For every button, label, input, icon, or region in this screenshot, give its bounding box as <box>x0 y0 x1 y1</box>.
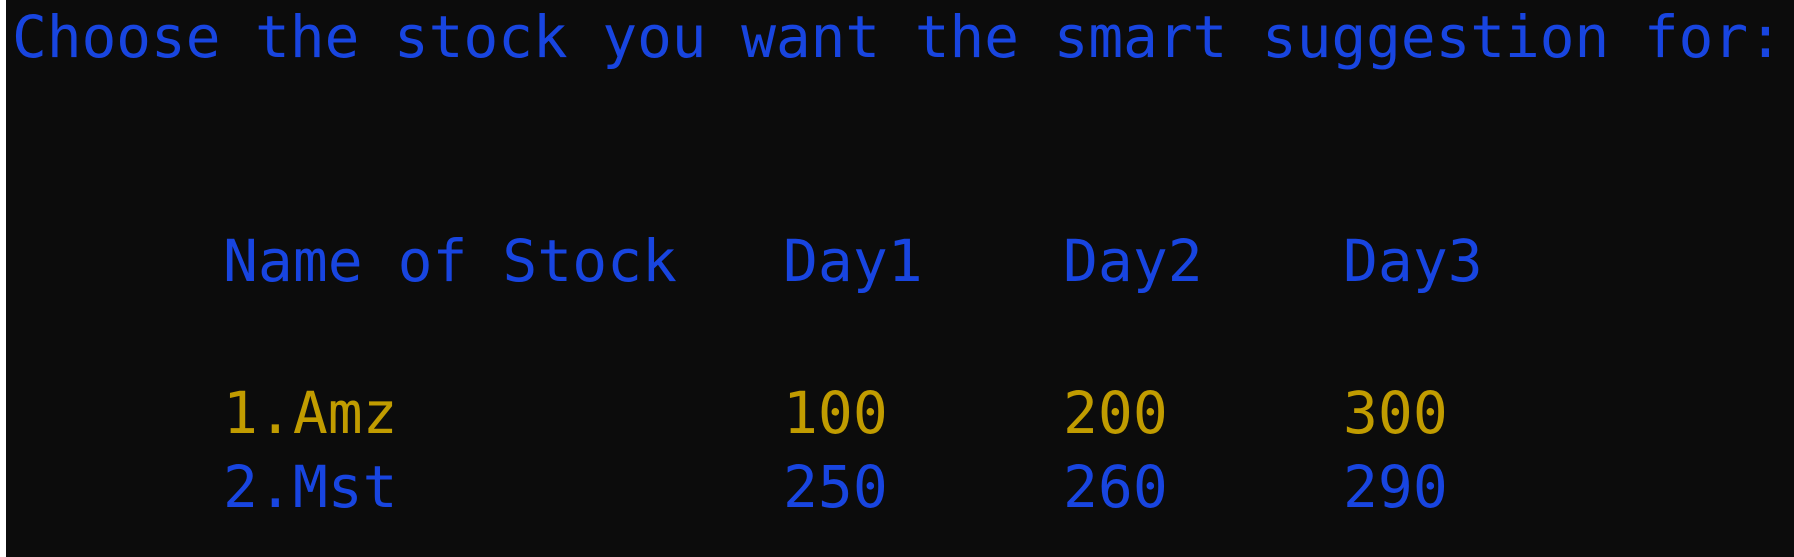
stock-day1-value: 100 <box>783 379 888 447</box>
stock-name: 2.Mst <box>223 453 398 521</box>
header-day2: Day2 <box>1063 227 1203 295</box>
stock-name: 1.Amz <box>223 379 398 447</box>
header-name-of-stock: Name of Stock <box>223 227 677 295</box>
stock-day2-value: 260 <box>1063 453 1168 521</box>
header-day3: Day3 <box>1343 227 1483 295</box>
header-day1: Day1 <box>783 227 923 295</box>
prompt-text: Choose the stock you want the smart sugg… <box>12 3 1783 71</box>
stock-day1-value: 250 <box>783 453 888 521</box>
terminal-window[interactable]: Choose the stock you want the smart sugg… <box>6 0 1794 557</box>
stock-day2-value: 200 <box>1063 379 1168 447</box>
stock-day3-value: 300 <box>1343 379 1448 447</box>
stock-day3-value: 290 <box>1343 453 1448 521</box>
